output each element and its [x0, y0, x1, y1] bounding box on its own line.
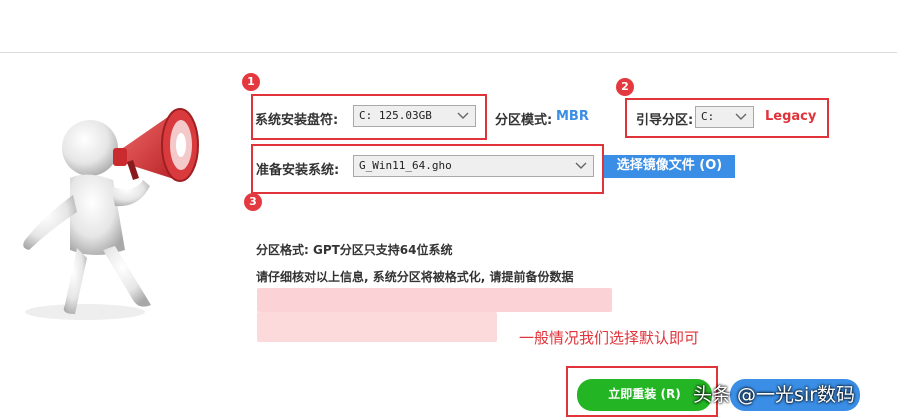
boot-partition-select[interactable]: C: [695, 106, 754, 128]
boot-partition-label: 引导分区: [636, 113, 694, 128]
watermark: 头条 @一光sir数码 [693, 384, 856, 406]
partition-mode-label: 分区模式: [495, 113, 553, 128]
drive-select-value: C: 125.03GB [359, 109, 432, 122]
format-warning: 请仔细核对以上信息, 系统分区将被格式化, 请提前备份数据 [256, 270, 574, 284]
header-divider [0, 52, 897, 53]
system-select-value: G_Win11_64.gho [359, 159, 452, 172]
boot-mode-legacy: Legacy [765, 109, 817, 124]
drive-select[interactable]: C: 125.03GB [353, 105, 476, 127]
blurred-content [257, 288, 612, 312]
drive-label: 系统安装盘符: [255, 113, 339, 128]
partition-mode-value: MBR [556, 109, 589, 124]
system-label: 准备安装系统: [256, 163, 340, 178]
reinstall-now-button[interactable]: 立即重装 (R) [577, 379, 712, 411]
annotation-badge-2: 2 [616, 78, 634, 96]
blurred-content [257, 312, 497, 342]
choose-image-button[interactable]: 选择镜像文件 (O) [604, 155, 735, 178]
partition-format-info: 分区格式: GPT分区只支持64位系统 [256, 243, 453, 257]
annotation-badge-3: 3 [244, 193, 262, 211]
chevron-down-icon [575, 162, 587, 169]
system-image-select[interactable]: G_Win11_64.gho [353, 155, 594, 177]
boot-select-value: C: [701, 110, 715, 123]
annotation-badge-1: 1 [242, 73, 260, 91]
annotation-note: 一般情况我们选择默认即可 [519, 329, 700, 347]
megaphone-mascot-illustration [23, 108, 199, 320]
chevron-down-icon [735, 113, 747, 120]
chevron-down-icon [457, 112, 469, 119]
